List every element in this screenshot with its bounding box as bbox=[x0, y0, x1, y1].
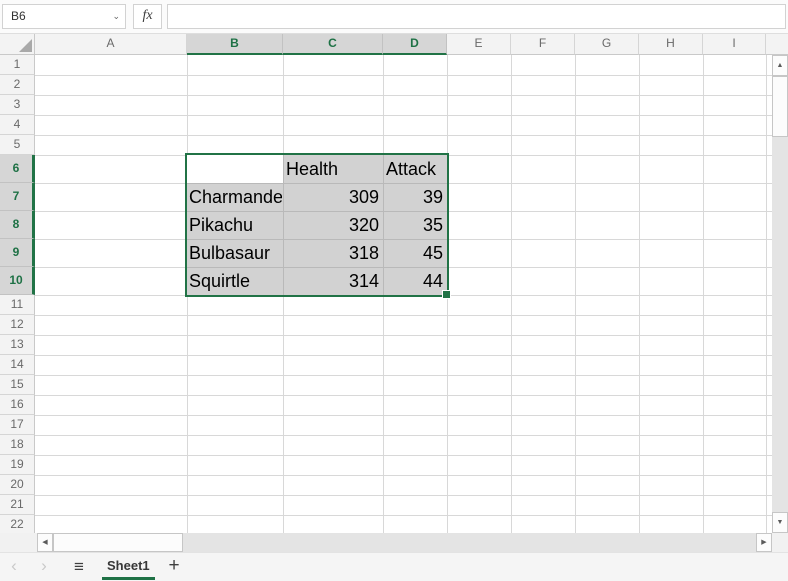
vertical-scrollbar-track[interactable] bbox=[772, 137, 788, 512]
scroll-right-button[interactable]: ▶ bbox=[756, 533, 772, 552]
next-sheet-icon: › bbox=[41, 556, 47, 575]
row-header-3[interactable]: 3 bbox=[0, 95, 35, 115]
add-sheet-button[interactable]: + bbox=[162, 553, 186, 581]
prev-sheet-icon: ‹ bbox=[11, 556, 17, 575]
fill-handle[interactable] bbox=[442, 290, 451, 299]
scroll-left-button[interactable]: ◀ bbox=[37, 533, 53, 552]
row-header-13[interactable]: 13 bbox=[0, 335, 35, 355]
sheet-menu-button[interactable]: ≡ bbox=[66, 553, 92, 581]
row-header-1[interactable]: 1 bbox=[0, 55, 35, 75]
name-box-dropdown-icon[interactable]: ⌄ bbox=[112, 5, 120, 28]
column-header-i[interactable]: I bbox=[703, 34, 766, 55]
column-header-g[interactable]: G bbox=[575, 34, 639, 55]
active-cell[interactable] bbox=[187, 155, 283, 183]
row-header-8[interactable]: 8 bbox=[0, 211, 35, 239]
horizontal-scrollbar-thumb[interactable] bbox=[53, 533, 183, 552]
next-sheet-button[interactable]: › bbox=[36, 553, 52, 581]
select-all-icon bbox=[19, 39, 32, 52]
row-header-5[interactable]: 5 bbox=[0, 135, 35, 155]
scroll-down-icon: ▼ bbox=[777, 519, 784, 526]
row-header-15[interactable]: 15 bbox=[0, 375, 35, 395]
formula-bar-field bbox=[167, 4, 786, 29]
scroll-up-button[interactable]: ▲ bbox=[772, 55, 788, 76]
column-header-a[interactable]: A bbox=[35, 34, 187, 55]
cell-D7-attack[interactable]: 39 bbox=[384, 183, 443, 211]
row-header-11[interactable]: 11 bbox=[0, 295, 35, 315]
row-header-22[interactable]: 22 bbox=[0, 515, 35, 533]
prev-sheet-button[interactable]: ‹ bbox=[6, 553, 22, 581]
row-header-6[interactable]: 6 bbox=[0, 155, 35, 183]
cell-D8-attack[interactable]: 35 bbox=[384, 211, 443, 239]
row-header-4[interactable]: 4 bbox=[0, 115, 35, 135]
row-header-19[interactable]: 19 bbox=[0, 455, 35, 475]
cell-C9-health[interactable]: 318 bbox=[284, 239, 379, 267]
select-all-button[interactable] bbox=[0, 34, 35, 55]
cell-C10-health[interactable]: 314 bbox=[284, 267, 379, 295]
row-header-21[interactable]: 21 bbox=[0, 495, 35, 515]
formula-bar: B6 ⌄ fx bbox=[0, 0, 788, 34]
name-box[interactable]: B6 ⌄ bbox=[2, 4, 126, 29]
column-header-h[interactable]: H bbox=[639, 34, 703, 55]
sheet-tab-sheet1[interactable]: Sheet1 bbox=[102, 553, 155, 580]
cell-B8-name[interactable]: Pikachu bbox=[189, 211, 282, 239]
row-header-7[interactable]: 7 bbox=[0, 183, 35, 211]
cell-C7-health[interactable]: 309 bbox=[284, 183, 379, 211]
cell-B9-name[interactable]: Bulbasaur bbox=[189, 239, 282, 267]
formula-input[interactable] bbox=[168, 5, 785, 28]
row-header-17[interactable]: 17 bbox=[0, 415, 35, 435]
column-header-c[interactable]: C bbox=[283, 34, 383, 55]
fx-icon: fx bbox=[142, 8, 152, 23]
sheet-tab-bar: ‹ › ≡ Sheet1 + bbox=[0, 552, 788, 581]
add-sheet-icon: + bbox=[168, 555, 179, 576]
row-header-2[interactable]: 2 bbox=[0, 75, 35, 95]
cell-B10-name[interactable]: Squirtle bbox=[189, 267, 282, 295]
column-header-d[interactable]: D bbox=[383, 34, 447, 55]
column-header-e[interactable]: E bbox=[447, 34, 511, 55]
vertical-scrollbar-thumb[interactable] bbox=[772, 76, 788, 137]
row-header-16[interactable]: 16 bbox=[0, 395, 35, 415]
sheet-menu-icon: ≡ bbox=[74, 557, 84, 576]
row-header-10[interactable]: 10 bbox=[0, 267, 35, 295]
scroll-right-icon: ▶ bbox=[761, 539, 766, 546]
spreadsheet-window: B6 ⌄ fx A B C D E F G H I 1 2 3 4 5 6 7 … bbox=[0, 0, 788, 581]
cell-C8-health[interactable]: 320 bbox=[284, 211, 379, 239]
column-header-b[interactable]: B bbox=[187, 34, 283, 55]
cell-D9-attack[interactable]: 45 bbox=[384, 239, 443, 267]
column-header-filler bbox=[766, 34, 788, 55]
row-header-20[interactable]: 20 bbox=[0, 475, 35, 495]
cell-D6-attack-header[interactable]: Attack bbox=[386, 155, 445, 183]
row-header-18[interactable]: 18 bbox=[0, 435, 35, 455]
column-header-f[interactable]: F bbox=[511, 34, 575, 55]
horizontal-scrollbar-track[interactable] bbox=[183, 533, 756, 552]
cell-B7-name[interactable]: Charmander bbox=[189, 183, 282, 211]
scrollbar-corner bbox=[772, 533, 788, 552]
row-header-12[interactable]: 12 bbox=[0, 315, 35, 335]
scroll-up-icon: ▲ bbox=[777, 62, 784, 69]
cell-C6-health-header[interactable]: Health bbox=[286, 155, 380, 183]
name-box-value: B6 bbox=[11, 9, 26, 23]
row-header-14[interactable]: 14 bbox=[0, 355, 35, 375]
scroll-left-icon: ◀ bbox=[42, 539, 47, 546]
h-scrollbar-left-gap bbox=[0, 533, 37, 552]
cell-D10-attack[interactable]: 44 bbox=[384, 267, 443, 295]
scroll-down-button[interactable]: ▼ bbox=[772, 512, 788, 533]
insert-function-button[interactable]: fx bbox=[133, 4, 162, 29]
row-header-9[interactable]: 9 bbox=[0, 239, 35, 267]
